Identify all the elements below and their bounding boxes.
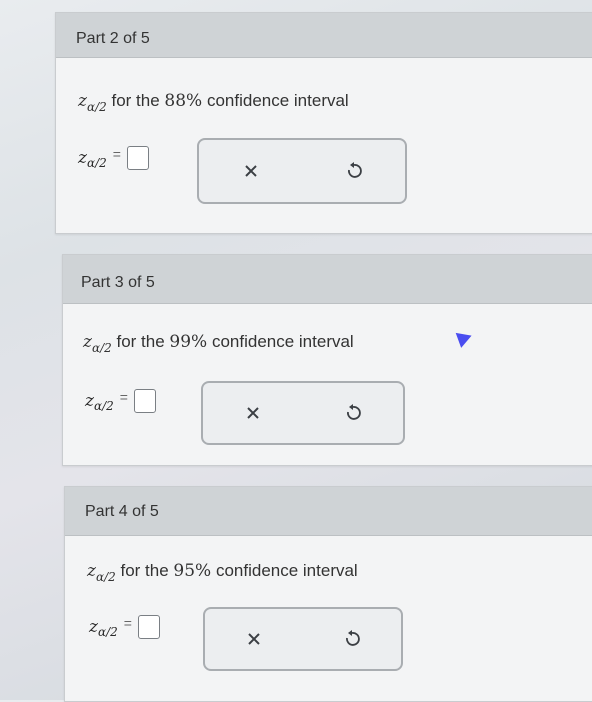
equation-row: z α/2 = xyxy=(89,615,160,639)
answer-tools xyxy=(201,381,405,445)
x-icon[interactable] xyxy=(241,401,265,425)
x-icon[interactable] xyxy=(239,159,263,183)
question-text: zα/2 for the 95% confidence interval xyxy=(87,561,358,584)
part-label: Part 4 of 5 xyxy=(85,503,159,520)
undo-icon[interactable] xyxy=(342,159,366,183)
equation-row: z α/2 = xyxy=(78,146,149,170)
question-text: zα/2 for the 99% confidence interval xyxy=(83,332,354,355)
part-label: Part 2 of 5 xyxy=(76,30,150,47)
answer-tools xyxy=(203,607,403,671)
answer-tools xyxy=(197,138,407,204)
part-header: Part 3 of 5 xyxy=(63,255,592,304)
answer-input[interactable] xyxy=(126,146,149,170)
answer-input[interactable] xyxy=(133,389,156,413)
answer-input[interactable] xyxy=(137,615,160,639)
undo-icon[interactable] xyxy=(340,627,364,651)
part-header: Part 2 of 5 xyxy=(56,13,592,58)
part-card-4: Part 4 of 5 zα/2 for the 95% confidence … xyxy=(64,486,592,702)
part-label: Part 3 of 5 xyxy=(81,274,155,291)
part-header: Part 4 of 5 xyxy=(65,487,592,536)
part-card-2: Part 2 of 5 zα/2 for the 88% confidence … xyxy=(55,12,592,234)
question-text: zα/2 for the 88% confidence interval xyxy=(78,91,349,114)
x-icon[interactable] xyxy=(242,627,266,651)
equation-row: z α/2 = xyxy=(85,389,156,413)
part-card-3: Part 3 of 5 zα/2 for the 99% confidence … xyxy=(62,254,592,466)
undo-icon[interactable] xyxy=(341,401,365,425)
